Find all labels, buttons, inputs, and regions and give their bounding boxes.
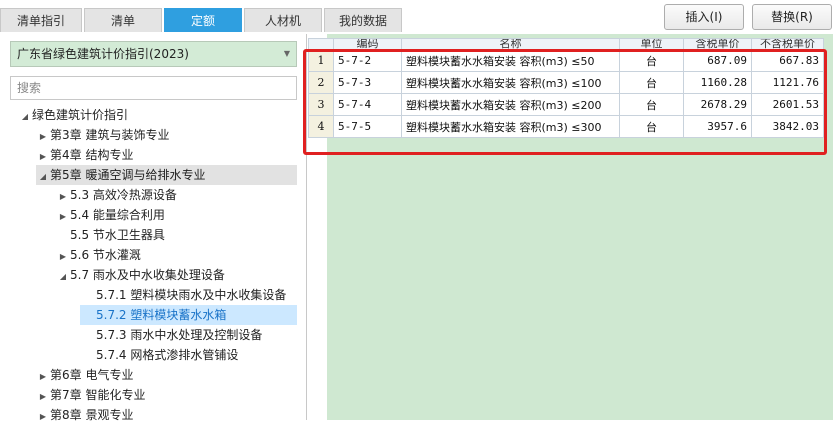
quota-tax-price[interactable]: 1160.28 (683, 71, 752, 94)
table-header-row: 编码 名称 单位 含税单价 不含税单价 (308, 38, 824, 50)
tree-node-5-6[interactable]: ▶ 5.6 节水灌溉 (56, 245, 141, 265)
quota-name[interactable]: 塑料模块蓄水水箱安装 容积(m3) ≤100 (401, 71, 620, 94)
dropdown-caret-icon: ▼ (283, 49, 290, 58)
quota-table: 编码 名称 单位 含税单价 不含税单价 1 5-7-2 塑料模块蓄水水箱安装 容… (308, 38, 824, 138)
quota-pretax-price[interactable]: 1121.76 (751, 71, 824, 94)
table-row[interactable]: 2 5-7-3 塑料模块蓄水水箱安装 容积(m3) ≤100 台 1160.28… (308, 71, 824, 94)
row-number: 4 (308, 115, 334, 138)
quota-tax-price[interactable]: 687.09 (683, 49, 752, 72)
tree-node-5-4[interactable]: ▶ 5.4 能量综合利用 (56, 205, 165, 225)
guide-select[interactable]: 广东省绿色建筑计价指引(2023) ▼ (10, 41, 297, 67)
tree-node-ch8[interactable]: ▶ 第8章 景观专业 (36, 405, 134, 427)
quota-tax-price[interactable]: 2678.29 (683, 93, 752, 116)
quota-name[interactable]: 塑料模块蓄水水箱安装 容积(m3) ≤300 (401, 115, 620, 138)
tree-node-ch5[interactable]: ◢ 第5章 暖通空调与给排水专业 (36, 165, 297, 185)
expand-arrow-icon[interactable]: ▶ (56, 247, 70, 267)
guide-tree-panel: 广东省绿色建筑计价指引(2023) ▼ 搜索 ◢ 绿色建筑计价指引 ▶ 第3章 建筑… (0, 34, 307, 422)
guide-select-value: 广东省绿色建筑计价指引(2023) (17, 47, 189, 61)
quota-pretax-price[interactable]: 667.83 (751, 49, 824, 72)
expand-arrow-icon[interactable]: ▶ (36, 127, 50, 147)
table-row[interactable]: 4 5-7-5 塑料模块蓄水水箱安装 容积(m3) ≤300 台 3957.6 … (308, 115, 824, 138)
tab-bill-guide[interactable]: 清单指引 (0, 8, 82, 32)
tree-node-5-7-1[interactable]: 5.7.1 塑料模块雨水及中水收集设备 (96, 285, 286, 305)
tab-quota[interactable]: 定额 (164, 8, 242, 32)
insert-button[interactable]: 插入(I) (664, 4, 744, 30)
tree-node-ch3[interactable]: ▶ 第3章 建筑与装饰专业 (36, 125, 170, 147)
tree-node-5-3[interactable]: ▶ 5.3 高效冷热源设备 (56, 185, 177, 205)
column-header-tax-price[interactable]: 含税单价 (683, 38, 752, 50)
quota-name[interactable]: 塑料模块蓄水水箱安装 容积(m3) ≤200 (401, 93, 620, 116)
search-input[interactable]: 搜索 (10, 76, 297, 100)
tree-node-root[interactable]: ◢ 绿色建筑计价指引 (18, 105, 128, 125)
expand-arrow-icon[interactable]: ▶ (56, 207, 70, 227)
expand-arrow-icon[interactable]: ▶ (56, 187, 70, 207)
expand-arrow-icon[interactable]: ◢ (56, 267, 70, 287)
table-row[interactable]: 1 5-7-2 塑料模块蓄水水箱安装 容积(m3) ≤50 台 687.09 6… (308, 49, 824, 72)
tree-node-ch7[interactable]: ▶ 第7章 智能化专业 (36, 385, 146, 407)
tab-bar: 清单指引 清单 定额 人材机 我的数据 插入(I) 替换(R) (0, 0, 833, 34)
quota-pretax-price[interactable]: 2601.53 (751, 93, 824, 116)
tree-node-5-7[interactable]: ◢ 5.7 雨水及中水收集处理设备 (56, 265, 225, 285)
quota-code[interactable]: 5-7-3 (333, 71, 402, 94)
quota-unit[interactable]: 台 (619, 71, 684, 94)
column-header-pretax-price[interactable]: 不含税单价 (751, 38, 824, 50)
quota-code[interactable]: 5-7-5 (333, 115, 402, 138)
tab-my-data[interactable]: 我的数据 (324, 8, 402, 32)
quota-code[interactable]: 5-7-4 (333, 93, 402, 116)
expand-arrow-icon[interactable]: ▶ (36, 367, 50, 387)
column-header-unit[interactable]: 单位 (619, 38, 684, 50)
expand-arrow-icon[interactable]: ▶ (36, 147, 50, 167)
tree-node-ch4[interactable]: ▶ 第4章 结构专业 (36, 145, 134, 167)
tree-node-5-7-3[interactable]: 5.7.3 雨水中水处理及控制设备 (96, 325, 262, 345)
quota-code[interactable]: 5-7-2 (333, 49, 402, 72)
column-header-name[interactable]: 名称 (401, 38, 620, 50)
row-number-header (308, 38, 334, 50)
expand-arrow-icon[interactable]: ◢ (18, 107, 32, 127)
quota-unit[interactable]: 台 (619, 115, 684, 138)
row-number: 3 (308, 93, 334, 116)
quota-name[interactable]: 塑料模块蓄水水箱安装 容积(m3) ≤50 (401, 49, 620, 72)
tab-bill[interactable]: 清单 (84, 8, 162, 32)
tree-node-5-7-4[interactable]: 5.7.4 网格式渗排水管铺设 (96, 345, 238, 365)
tree-node-5-5[interactable]: 5.5 节水卫生器具 (56, 225, 165, 245)
expand-arrow-icon[interactable]: ▶ (36, 407, 50, 427)
tab-labor-material-machine[interactable]: 人材机 (244, 8, 322, 32)
table-row[interactable]: 3 5-7-4 塑料模块蓄水水箱安装 容积(m3) ≤200 台 2678.29… (308, 93, 824, 116)
replace-button[interactable]: 替换(R) (752, 4, 832, 30)
tree-node-5-7-2[interactable]: 5.7.2 塑料模块蓄水水箱 (80, 305, 297, 325)
row-number: 1 (308, 49, 334, 72)
quota-pretax-price[interactable]: 3842.03 (751, 115, 824, 138)
row-number: 2 (308, 71, 334, 94)
quota-tax-price[interactable]: 3957.6 (683, 115, 752, 138)
expand-arrow-icon[interactable]: ▶ (36, 387, 50, 407)
tree-node-ch6[interactable]: ▶ 第6章 电气专业 (36, 365, 134, 387)
expand-arrow-icon[interactable]: ◢ (36, 167, 50, 187)
column-header-code[interactable]: 编码 (333, 38, 402, 50)
quota-unit[interactable]: 台 (619, 93, 684, 116)
quota-unit[interactable]: 台 (619, 49, 684, 72)
